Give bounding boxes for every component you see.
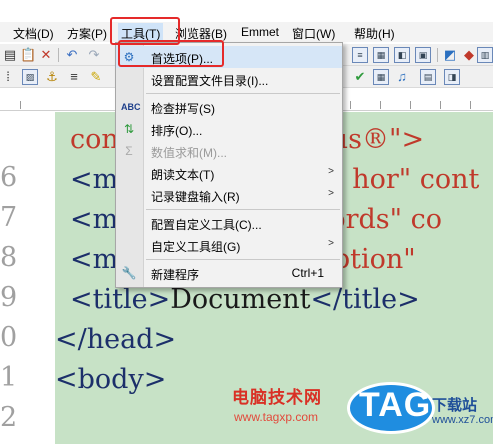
menu-bar: 文档(D) 方案(P) 工具(T) 浏览器(B) Emmet 窗口(W) 帮助(… <box>0 22 493 42</box>
menu-item-label: 记录键盘输入(R) <box>151 190 240 204</box>
music-icon[interactable]: ♫ <box>394 69 410 85</box>
toolbar-separator <box>58 48 59 62</box>
ruler-tick <box>440 101 441 109</box>
ruler-tick <box>380 101 381 109</box>
align-icon[interactable]: ≡ <box>66 69 82 85</box>
code-token: cont <box>419 164 480 195</box>
code-token: us®"> <box>330 124 425 155</box>
ruler-tick <box>350 101 351 109</box>
tag-logo-text: TAG <box>359 386 432 424</box>
menu-item-label: 数值求和(M)... <box>151 146 227 160</box>
editor-window: 文档(D) 方案(P) 工具(T) 浏览器(B) Emmet 窗口(W) 帮助(… <box>0 0 493 444</box>
code-token: <title> <box>70 284 171 315</box>
menu-item-label: 自定义工具组(G) <box>151 240 241 254</box>
submenu-arrow-icon: > <box>328 188 334 199</box>
menu-item-config-tools[interactable]: 配置自定义工具(C)... <box>116 212 342 234</box>
table-icon[interactable]: ▦ <box>373 69 389 85</box>
line-number: 9 <box>0 282 16 313</box>
menu-item-label: 配置自定义工具(C)... <box>151 218 262 232</box>
tools-dropdown-menu: ⚙ 首选项(P)... 设置配置文件目录(I)... ABC 检查拼写(S) ⇅… <box>115 42 343 288</box>
menu-help[interactable]: 帮助(H) <box>354 25 395 42</box>
toolbar-separator <box>437 48 438 62</box>
menu-item-shortcut: Ctrl+1 <box>291 266 324 280</box>
anchor-icon[interactable]: ⚓ <box>44 69 60 85</box>
code-line: <body> <box>55 360 166 400</box>
toolbar-btn-d-icon[interactable]: ▣ <box>415 47 431 63</box>
save-all-icon[interactable]: ▤ <box>2 47 18 63</box>
code-token: <body> <box>55 364 167 395</box>
watermark-download-url: www.xz7.com <box>432 414 493 426</box>
menu-item-read-aloud[interactable]: 朗读文本(T) > <box>116 162 342 184</box>
sum-icon: Σ <box>125 144 133 158</box>
menu-item-config-dir[interactable]: 设置配置文件目录(I)... <box>116 68 342 90</box>
code-token: </head> <box>55 324 177 355</box>
toolbar-btn-g-icon[interactable]: ▥ <box>477 47 493 63</box>
watermark-download-label: 下载站 <box>432 397 478 414</box>
menu-separator <box>146 93 340 94</box>
line-number: 7 <box>0 202 16 233</box>
check-icon[interactable]: ✔ <box>352 69 368 85</box>
submenu-arrow-icon: > <box>328 166 334 177</box>
menu-item-label: 新建程序 <box>151 268 200 282</box>
menu-separator <box>146 209 340 210</box>
code-token: con <box>70 124 119 155</box>
spellcheck-icon: ABC <box>121 102 141 112</box>
ruler-tick <box>410 101 411 109</box>
menu-document[interactable]: 文档(D) <box>13 25 54 42</box>
menu-item-label: 朗读文本(T) <box>151 168 215 182</box>
code-token: Document <box>170 284 311 315</box>
line-number: 1 <box>0 362 16 393</box>
highlight-box-preferences <box>118 40 224 67</box>
code-line: </head> <box>55 320 176 360</box>
menu-item-tool-groups[interactable]: 自定义工具组(G) > <box>116 234 342 256</box>
menu-item-new-program[interactable]: 🔧 新建程序 Ctrl+1 <box>116 262 342 284</box>
line-number: 2 <box>0 402 16 433</box>
menu-emmet[interactable]: Emmet <box>241 25 279 39</box>
toolbar-btn-a-icon[interactable]: ≡ <box>352 47 368 63</box>
line-number: 6 <box>0 162 16 193</box>
line-number: 0 <box>0 322 16 353</box>
menu-separator <box>146 259 340 260</box>
frame-icon[interactable]: ▤ <box>420 69 436 85</box>
menu-item-label: 设置配置文件目录(I)... <box>151 74 269 88</box>
watermark: 电脑技术网 www.tagxp.com TAG 下载站 www.xz7.com <box>222 380 493 444</box>
menu-item-label: 检查拼写(S) <box>151 102 215 116</box>
toolbar-btn-c-icon[interactable]: ◧ <box>394 47 410 63</box>
ruler-tick <box>470 101 471 109</box>
menu-window[interactable]: 窗口(W) <box>292 25 335 42</box>
delete-icon[interactable]: ✕ <box>38 47 54 63</box>
pencil-icon[interactable]: ✎ <box>88 69 104 85</box>
menu-item-spellcheck[interactable]: ABC 检查拼写(S) <box>116 96 342 118</box>
code-token: hor" <box>352 164 420 195</box>
ruler-tick <box>20 101 21 109</box>
watermark-site-name: 电脑技术网 <box>232 388 322 407</box>
sort-icon: ⇅ <box>123 122 135 136</box>
wrench-icon: 🔧 <box>121 266 137 280</box>
toolbar-btn-b-icon[interactable]: ▦ <box>373 47 389 63</box>
toolbar-btn-f-icon[interactable]: ◆ <box>461 47 477 63</box>
menu-item-record-keys[interactable]: 记录键盘输入(R) > <box>116 184 342 206</box>
menu-item-label: 排序(O)... <box>151 124 203 138</box>
paste-icon[interactable]: 📋 <box>20 47 36 63</box>
image-icon[interactable]: ▨ <box>22 69 38 85</box>
undo-icon[interactable]: ↶ <box>64 47 80 63</box>
toolbar-grip-icon: ⁞ <box>6 69 10 84</box>
watermark-site-url: www.tagxp.com <box>234 410 319 424</box>
menu-scheme[interactable]: 方案(P) <box>67 25 107 42</box>
submenu-arrow-icon: > <box>328 238 334 249</box>
layout-icon[interactable]: ◨ <box>444 69 460 85</box>
redo-icon[interactable]: ↷ <box>86 47 102 63</box>
line-number: 8 <box>0 242 16 273</box>
toolbar-btn-e-icon[interactable]: ◩ <box>442 47 458 63</box>
menu-item-sort[interactable]: ⇅ 排序(O)... <box>116 118 342 140</box>
code-token: </title> <box>310 284 420 315</box>
menu-item-sum: Σ 数值求和(M)... <box>116 140 342 162</box>
line-number-gutter: 6 7 8 9 0 1 2 <box>0 112 55 444</box>
code-token: co <box>410 204 443 235</box>
